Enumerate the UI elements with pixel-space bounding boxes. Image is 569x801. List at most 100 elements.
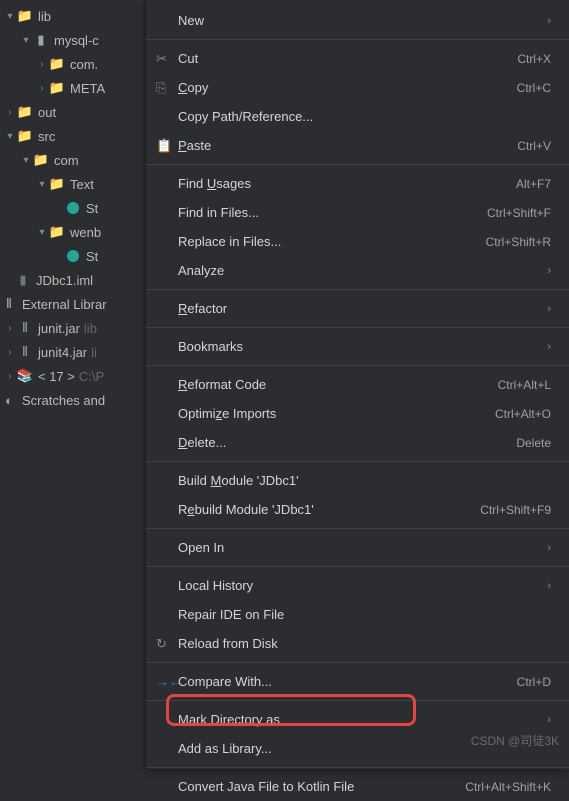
chevron-right-icon: › [547, 265, 551, 277]
expand-icon: ▾ [36, 179, 48, 190]
cut-icon: ✂ [156, 51, 178, 67]
menu-copypath[interactable]: Copy Path/Reference... [146, 102, 569, 131]
scratches-icon: ◐ [0, 392, 18, 408]
tree-label: External Librar [22, 297, 107, 312]
expand-icon: › [4, 323, 16, 334]
menu-delete[interactable]: Delete...Delete [146, 428, 569, 457]
tree-item-junit[interactable]: › ⫴ junit.jar lib [0, 316, 145, 340]
menu-reformat[interactable]: Reformat CodeCtrl+Alt+L [146, 370, 569, 399]
menu-cut[interactable]: ✂CutCtrl+X [146, 44, 569, 73]
chevron-right-icon: › [547, 580, 551, 592]
expand-icon: ▾ [20, 35, 32, 46]
tree-label: lib [38, 9, 51, 24]
reload-icon: ↻ [156, 636, 178, 652]
tree-label: < 17 > [38, 369, 75, 384]
tree-item-scratches[interactable]: ◐ Scratches and [0, 388, 145, 412]
tree-label: junit.jar [38, 321, 80, 336]
menu-findusages[interactable]: Find UsagesAlt+F7 [146, 169, 569, 198]
tree-label: Scratches and [22, 393, 105, 408]
menu-separator [146, 39, 569, 40]
tree-label: JDbc1.iml [36, 273, 93, 288]
tree-item-out[interactable]: › 📁 out [0, 100, 145, 124]
expand-icon: ▾ [4, 11, 16, 22]
tree-item-jdk[interactable]: › 📚 < 17 > C:\P [0, 364, 145, 388]
expand-icon: › [36, 83, 48, 94]
menu-replaceinfiles[interactable]: Replace in Files...Ctrl+Shift+R [146, 227, 569, 256]
menu-bookmarks[interactable]: Bookmarks› [146, 332, 569, 361]
tree-label: junit4.jar [38, 345, 87, 360]
folder-icon: 📁 [48, 56, 66, 72]
tree-item-extlib[interactable]: ⫴ External Librar [0, 292, 145, 316]
class-icon [64, 200, 82, 216]
menu-reload[interactable]: ↻Reload from Disk [146, 629, 569, 658]
library-icon: ⫴ [0, 296, 18, 312]
tree-item-wenb[interactable]: ▾ 📁 wenb [0, 220, 145, 244]
menu-separator [146, 164, 569, 165]
tree-item-iml[interactable]: ▮ JDbc1.iml [0, 268, 145, 292]
watermark: CSDN @司徒3K [471, 732, 559, 749]
tree-item-junit4[interactable]: › ⫴ junit4.jar li [0, 340, 145, 364]
menu-convert[interactable]: Convert Java File to Kotlin FileCtrl+Alt… [146, 772, 569, 801]
expand-icon: ▾ [36, 227, 48, 238]
expand-icon: › [4, 371, 16, 382]
tree-item-st2[interactable]: St [0, 244, 145, 268]
chevron-right-icon: › [547, 15, 551, 27]
expand-icon: › [36, 59, 48, 70]
paste-icon: 📋 [156, 138, 178, 154]
tree-item-lib[interactable]: ▾ 📁 lib [0, 4, 145, 28]
menu-separator [146, 767, 569, 768]
jdk-icon: 📚 [16, 368, 34, 384]
tree-label: St [86, 201, 98, 216]
expand-icon: ▾ [4, 131, 16, 142]
tree-item-mysql[interactable]: ▾ ▮ mysql-c [0, 28, 145, 52]
menu-analyze[interactable]: Analyze› [146, 256, 569, 285]
folder-icon: 📁 [16, 8, 34, 24]
menu-refactor[interactable]: Refactor› [146, 294, 569, 323]
menu-rebuildmodule[interactable]: Rebuild Module 'JDbc1'Ctrl+Shift+F9 [146, 495, 569, 524]
project-tree[interactable]: ▾ 📁 lib ▾ ▮ mysql-c › 📁 com. › 📁 META › … [0, 0, 145, 412]
copy-icon: ⎘ [156, 80, 178, 96]
tree-item-st1[interactable]: St [0, 196, 145, 220]
tree-label: out [38, 105, 56, 120]
tree-label: src [38, 129, 55, 144]
jar-icon: ▮ [32, 32, 50, 48]
path-suffix: lib [84, 321, 97, 336]
folder-icon: 📁 [48, 224, 66, 240]
menu-copy[interactable]: ⎘CopyCtrl+C [146, 73, 569, 102]
expand-icon: › [4, 107, 16, 118]
tree-item-srccom[interactable]: ▾ 📁 com [0, 148, 145, 172]
menu-repairide[interactable]: Repair IDE on File [146, 600, 569, 629]
tree-label: META [70, 81, 105, 96]
menu-paste[interactable]: 📋PasteCtrl+V [146, 131, 569, 160]
menu-findinfiles[interactable]: Find in Files...Ctrl+Shift+F [146, 198, 569, 227]
menu-openin[interactable]: Open In› [146, 533, 569, 562]
menu-separator [146, 289, 569, 290]
compare-icon: →← [156, 674, 178, 689]
folder-icon: 📁 [48, 80, 66, 96]
menu-compare[interactable]: →←Compare With...Ctrl+D [146, 667, 569, 696]
tree-label: mysql-c [54, 33, 99, 48]
folder-icon: 📁 [32, 152, 50, 168]
tree-item-meta[interactable]: › 📁 META [0, 76, 145, 100]
chevron-right-icon: › [547, 714, 551, 726]
tree-item-src[interactable]: ▾ 📁 src [0, 124, 145, 148]
tree-item-com[interactable]: › 📁 com. [0, 52, 145, 76]
menu-separator [146, 566, 569, 567]
path-suffix: li [91, 345, 97, 360]
menu-new[interactable]: New› [146, 6, 569, 35]
tree-label: Text [70, 177, 94, 192]
path-suffix: C:\P [79, 369, 104, 384]
menu-separator [146, 365, 569, 366]
menu-optimize[interactable]: Optimize ImportsCtrl+Alt+O [146, 399, 569, 428]
menu-buildmodule[interactable]: Build Module 'JDbc1' [146, 466, 569, 495]
menu-markdir[interactable]: Mark Directory as› [146, 705, 569, 734]
chevron-right-icon: › [547, 341, 551, 353]
menu-localhistory[interactable]: Local History› [146, 571, 569, 600]
class-icon [64, 248, 82, 264]
menu-separator [146, 528, 569, 529]
tree-item-text[interactable]: ▾ 📁 Text [0, 172, 145, 196]
iml-icon: ▮ [14, 272, 32, 288]
folder-icon: 📁 [16, 128, 34, 144]
tree-label: wenb [70, 225, 101, 240]
folder-icon: 📁 [48, 176, 66, 192]
